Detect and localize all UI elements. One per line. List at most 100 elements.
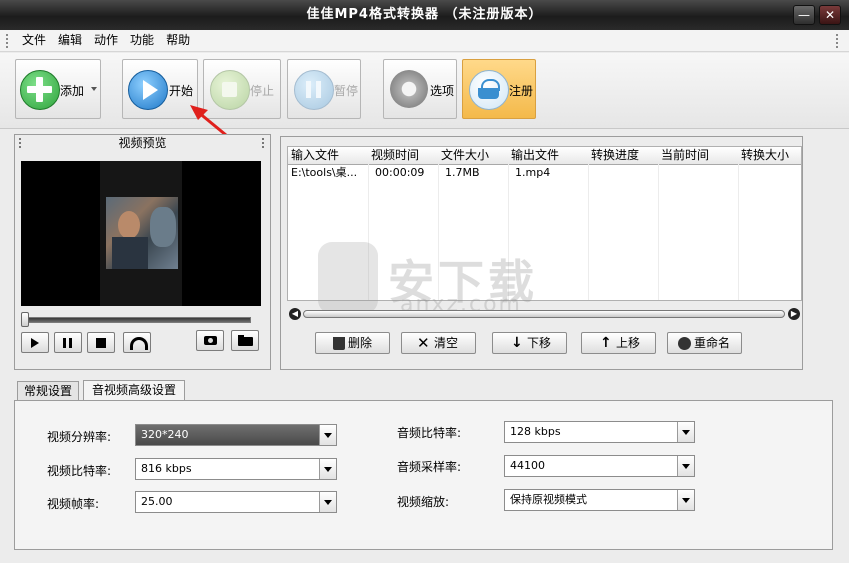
stop-preview-button[interactable] <box>87 332 115 353</box>
dropdown-arrow-icon[interactable] <box>91 87 97 91</box>
clear-button[interactable]: ✕ 清空 <box>401 332 476 354</box>
video-scale-select[interactable]: 保持原视频模式 <box>504 489 695 511</box>
rename-button[interactable]: 重命名 <box>667 332 742 354</box>
snapshot-button[interactable] <box>196 330 224 351</box>
chevron-down-icon[interactable] <box>677 490 694 510</box>
trash-icon <box>333 337 345 350</box>
chevron-down-icon[interactable] <box>677 422 694 442</box>
seek-handle[interactable] <box>21 312 29 327</box>
move-down-label: 下移 <box>527 336 552 350</box>
chevron-down-icon[interactable] <box>319 425 336 445</box>
scroll-thumb[interactable] <box>303 310 785 318</box>
scroll-right-icon[interactable]: ▶ <box>788 308 800 320</box>
menu-bar: 文件 编辑 动作 功能 帮助 <box>0 30 849 52</box>
frame-rate-value: 25.00 <box>141 495 173 508</box>
sample-rate-label: 音频采样率: <box>397 460 462 474</box>
video-bitrate-label: 视频比特率: <box>47 464 112 478</box>
video-screen <box>21 161 261 306</box>
menu-help[interactable]: 帮助 <box>160 30 196 51</box>
sample-rate-value: 44100 <box>510 459 545 472</box>
horizontal-scrollbar[interactable]: ◀ ▶ <box>289 308 801 321</box>
cell-file-size: 1.7MB <box>445 166 480 179</box>
cell-input-file: E:\tools\桌... <box>291 166 358 179</box>
rename-icon <box>678 337 691 350</box>
seek-track[interactable] <box>23 317 251 323</box>
chevron-down-icon[interactable] <box>319 492 336 512</box>
resolution-select[interactable]: 320*240 <box>135 424 337 446</box>
tab-general-settings[interactable]: 常规设置 <box>17 381 79 401</box>
menu-function[interactable]: 功能 <box>124 30 160 51</box>
menu-items: 文件 编辑 动作 功能 帮助 <box>16 30 196 51</box>
plus-icon <box>20 70 60 110</box>
panel-grip <box>19 138 23 148</box>
headphones-icon <box>130 337 148 350</box>
minimize-button[interactable]: — <box>793 5 815 25</box>
audio-button[interactable] <box>123 332 151 353</box>
pause-button[interactable]: 暂停 <box>287 59 361 119</box>
clear-label: 清空 <box>434 336 459 350</box>
register-label: 注册 <box>509 84 534 98</box>
video-bitrate-select[interactable]: 816 kbps <box>135 458 337 480</box>
column-progress[interactable]: 转换进度 <box>588 147 662 165</box>
preview-title: 视频预览 <box>118 136 167 150</box>
sample-rate-select[interactable]: 44100 <box>504 455 695 477</box>
video-scale-label: 视频缩放: <box>397 495 450 509</box>
tab-advanced-settings[interactable]: 音视频高级设置 <box>83 380 185 401</box>
scroll-left-icon[interactable]: ◀ <box>289 308 301 320</box>
cell-video-time: 00:00:09 <box>375 166 425 179</box>
menu-grip[interactable] <box>6 34 10 48</box>
column-converted-size[interactable]: 转换大小 <box>738 147 801 165</box>
panel-grip-right <box>262 138 266 148</box>
move-down-button[interactable]: ↓ 下移 <box>492 332 567 354</box>
x-icon: ✕ <box>417 334 430 352</box>
options-button[interactable]: 选项 <box>383 59 457 119</box>
pause-small-icon <box>63 338 66 348</box>
video-thumbnail <box>106 197 178 269</box>
close-button[interactable]: ✕ <box>819 5 841 25</box>
pause-icon <box>294 70 334 110</box>
stop-label: 停止 <box>250 84 275 98</box>
chevron-down-icon[interactable] <box>319 459 336 479</box>
gear-icon <box>390 70 428 108</box>
column-current-time[interactable]: 当前时间 <box>658 147 742 165</box>
rename-label: 重命名 <box>694 336 731 350</box>
play-small-icon <box>31 338 39 348</box>
column-output-file[interactable]: 输出文件 <box>508 147 592 165</box>
watermark-shield-icon <box>318 242 378 314</box>
video-scale-value: 保持原视频模式 <box>510 493 587 506</box>
frame-rate-label: 视频帧率: <box>47 497 100 511</box>
frame-rate-select[interactable]: 25.00 <box>135 491 337 513</box>
chevron-down-icon[interactable] <box>677 456 694 476</box>
play-icon <box>128 70 168 110</box>
menu-file[interactable]: 文件 <box>16 30 52 51</box>
pause-label: 暂停 <box>334 84 359 98</box>
window-title: 佳佳MP4格式转换器 （未注册版本） <box>306 7 543 22</box>
arrow-up-icon: ↑ <box>600 335 612 351</box>
menu-action[interactable]: 动作 <box>88 30 124 51</box>
cell-output-file: 1.mp4 <box>515 166 551 179</box>
title-bar: 佳佳MP4格式转换器 （未注册版本） — ✕ <box>0 0 849 30</box>
add-button[interactable]: 添加 <box>15 59 101 119</box>
resolution-value: 320*240 <box>141 428 189 441</box>
column-video-time[interactable]: 视频时间 <box>368 147 442 165</box>
register-button[interactable]: 注册 <box>462 59 536 119</box>
options-label: 选项 <box>430 84 455 98</box>
play-button[interactable] <box>21 332 49 353</box>
menu-edit[interactable]: 编辑 <box>52 30 88 51</box>
move-up-button[interactable]: ↑ 上移 <box>581 332 656 354</box>
folder-icon <box>238 337 253 346</box>
video-bitrate-value: 816 kbps <box>141 462 192 475</box>
column-file-size[interactable]: 文件大小 <box>438 147 512 165</box>
delete-button[interactable]: 删除 <box>315 332 390 354</box>
toolbar: 添加 开始 停止 暂停 选项 注册 <box>0 53 849 129</box>
column-input-file[interactable]: 输入文件 <box>288 147 372 165</box>
audio-bitrate-select[interactable]: 128 kbps <box>504 421 695 443</box>
audio-bitrate-value: 128 kbps <box>510 425 561 438</box>
start-label: 开始 <box>169 84 194 98</box>
preview-panel: 视频预览 <box>14 134 271 370</box>
pause-preview-button[interactable] <box>54 332 82 353</box>
move-up-label: 上移 <box>616 336 641 350</box>
open-folder-button[interactable] <box>231 330 259 351</box>
menu-grip-right <box>836 34 840 48</box>
resolution-label: 视频分辨率: <box>47 430 112 444</box>
